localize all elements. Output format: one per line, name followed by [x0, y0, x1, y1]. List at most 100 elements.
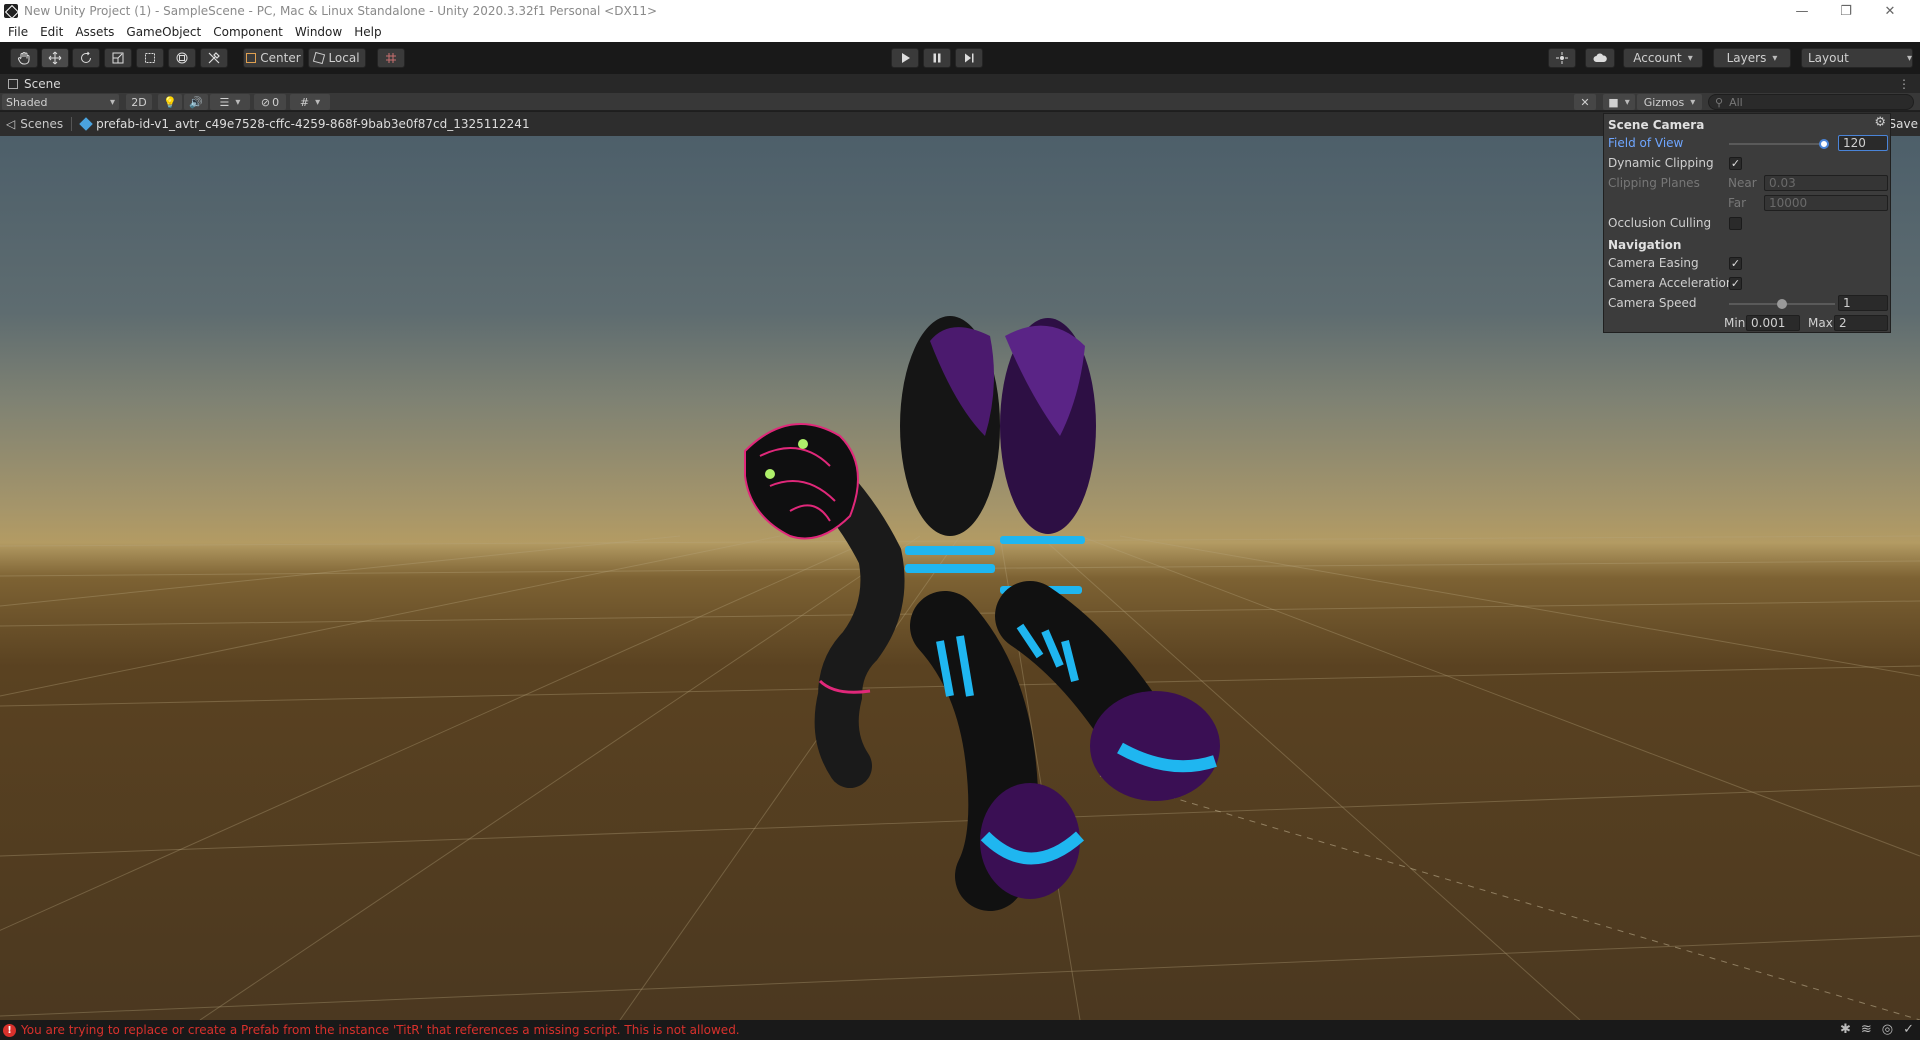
- rect-icon: [145, 53, 155, 63]
- rotate-icon: [81, 51, 91, 63]
- occlusion-culling-checkbox[interactable]: [1729, 217, 1742, 230]
- menu-help[interactable]: Help: [354, 25, 381, 39]
- hand-icon: [17, 52, 30, 65]
- camera-easing-checkbox[interactable]: ✓: [1729, 257, 1742, 270]
- menu-edit[interactable]: Edit: [40, 25, 63, 39]
- camera-speed-slider-thumb[interactable]: [1777, 299, 1787, 309]
- occlusion-culling-label: Occlusion Culling: [1608, 216, 1712, 230]
- step-icon: [965, 53, 974, 63]
- dynamic-clipping-checkbox[interactable]: ✓: [1729, 157, 1742, 170]
- min-speed-input[interactable]: 0.001: [1746, 315, 1800, 331]
- camera-easing-label: Camera Easing: [1608, 256, 1699, 270]
- back-arrow-icon: ◁: [6, 117, 16, 131]
- breadcrumb-prefab[interactable]: prefab-id-v1_avtr_c49e7528-cffc-4259-868…: [79, 117, 530, 131]
- transform-tool-button[interactable]: [168, 48, 196, 68]
- bake-icon[interactable]: ◎: [1882, 1022, 1893, 1037]
- grid-snap-button[interactable]: [377, 48, 405, 68]
- far-input[interactable]: 10000: [1764, 195, 1888, 211]
- tab-scene-label: Scene: [24, 76, 61, 91]
- play-button[interactable]: [891, 48, 919, 68]
- error-icon: !: [3, 1023, 16, 1037]
- pause-button[interactable]: [923, 48, 951, 68]
- near-input[interactable]: 0.03: [1764, 175, 1888, 191]
- space-local-toggle[interactable]: Local: [308, 48, 366, 68]
- grid-dropdown[interactable]: #: [290, 94, 330, 110]
- scene-tab-bar: Scene ⋮: [0, 74, 1920, 93]
- draw-mode-dropdown[interactable]: Shaded: [2, 94, 119, 110]
- unity-logo-icon: [4, 4, 18, 18]
- lightbulb-icon: 💡: [163, 95, 177, 109]
- maximize-button[interactable]: ❐: [1826, 0, 1866, 22]
- rect-tool-button[interactable]: [136, 48, 164, 68]
- pivot-icon: [246, 53, 257, 63]
- hand-tool-button[interactable]: [10, 48, 38, 68]
- camera-speed-label: Camera Speed: [1608, 296, 1697, 310]
- grid-icon: #: [299, 95, 310, 109]
- local-space-icon: [313, 51, 326, 65]
- step-button[interactable]: [955, 48, 983, 68]
- debug-icon[interactable]: ✱: [1840, 1022, 1851, 1037]
- scene-toolbar: Shaded 2D 💡 🔊 ☰ ⊘ 0 # ✕ ■ Gizmos ⚲ All: [0, 93, 1920, 111]
- camera-settings-dropdown[interactable]: ■: [1603, 94, 1635, 110]
- 2d-toggle[interactable]: 2D: [126, 94, 152, 110]
- menu-assets[interactable]: Assets: [75, 25, 114, 39]
- min-label: Min: [1724, 316, 1746, 330]
- effects-icon: ☰: [219, 95, 230, 109]
- fov-input[interactable]: 120: [1838, 135, 1888, 151]
- rotate-tool-button[interactable]: [72, 48, 100, 68]
- dynamic-clipping-label: Dynamic Clipping: [1608, 156, 1714, 170]
- scene-camera-panel: Scene Camera ⚙ Field of View 120 Dynamic…: [1603, 113, 1891, 333]
- custom-tool-button[interactable]: [200, 48, 228, 68]
- save-button[interactable]: Save: [1889, 117, 1918, 131]
- draw-mode-label: Shaded: [6, 95, 48, 109]
- progress-check-icon[interactable]: ✓: [1903, 1022, 1914, 1037]
- move-tool-button[interactable]: [41, 48, 69, 68]
- breadcrumb-separator: [71, 117, 73, 131]
- tab-menu-icon[interactable]: ⋮: [1898, 77, 1910, 91]
- clipping-planes-label: Clipping Planes: [1608, 176, 1700, 190]
- max-label: Max: [1808, 316, 1833, 330]
- menu-file[interactable]: File: [8, 25, 28, 39]
- camera-settings-gear-icon[interactable]: ⚙: [1874, 115, 1886, 130]
- menu-window[interactable]: Window: [295, 25, 342, 39]
- max-speed-input[interactable]: 2: [1834, 315, 1888, 331]
- main-toolbar: Center Local Account Layers Layout: [0, 42, 1920, 74]
- scale-tool-button[interactable]: [104, 48, 132, 68]
- prefab-cube-icon: [79, 117, 93, 131]
- close-button[interactable]: ✕: [1870, 0, 1910, 22]
- play-icon: [902, 53, 910, 63]
- effects-dropdown[interactable]: ☰: [210, 94, 250, 110]
- search-icon: ⚲: [1715, 95, 1724, 109]
- grid-snap-icon: [386, 53, 396, 63]
- layers-dropdown[interactable]: Layers: [1713, 48, 1791, 68]
- pivot-center-toggle[interactable]: Center: [243, 48, 304, 68]
- space-label: Local: [328, 51, 360, 65]
- account-dropdown[interactable]: Account: [1623, 48, 1703, 68]
- camera-speed-input[interactable]: 1: [1838, 295, 1888, 311]
- camera-acceleration-checkbox[interactable]: ✓: [1729, 277, 1742, 290]
- scene-tools-button[interactable]: ✕: [1574, 94, 1596, 110]
- collab-button[interactable]: [1548, 48, 1576, 68]
- model-eye: [798, 439, 808, 449]
- menu-component[interactable]: Component: [213, 25, 283, 39]
- menu-gameobject[interactable]: GameObject: [126, 25, 201, 39]
- breadcrumb-scenes[interactable]: ◁ Scenes: [6, 117, 63, 131]
- gizmos-dropdown[interactable]: Gizmos: [1637, 94, 1702, 110]
- audio-toggle[interactable]: 🔊: [184, 94, 208, 110]
- pause-icon: [933, 53, 941, 63]
- layers-stack-icon[interactable]: ≋: [1861, 1022, 1872, 1037]
- speaker-icon: 🔊: [189, 95, 203, 109]
- hidden-objects-toggle[interactable]: ⊘ 0: [254, 94, 286, 110]
- move-icon: [48, 51, 62, 65]
- fov-slider-thumb[interactable]: [1819, 139, 1829, 149]
- console-error-message[interactable]: You are trying to replace or create a Pr…: [21, 1023, 740, 1037]
- scene-search-input[interactable]: ⚲ All: [1708, 94, 1914, 110]
- status-bar: ! You are trying to replace or create a …: [0, 1020, 1920, 1040]
- navigation-header: Navigation: [1608, 238, 1682, 252]
- lighting-toggle[interactable]: 💡: [158, 94, 182, 110]
- minimize-button[interactable]: —: [1782, 0, 1822, 22]
- tab-scene[interactable]: Scene: [8, 77, 61, 91]
- layout-dropdown[interactable]: Layout: [1801, 48, 1913, 68]
- fov-slider-track[interactable]: [1729, 143, 1829, 145]
- cloud-button[interactable]: [1585, 48, 1615, 68]
